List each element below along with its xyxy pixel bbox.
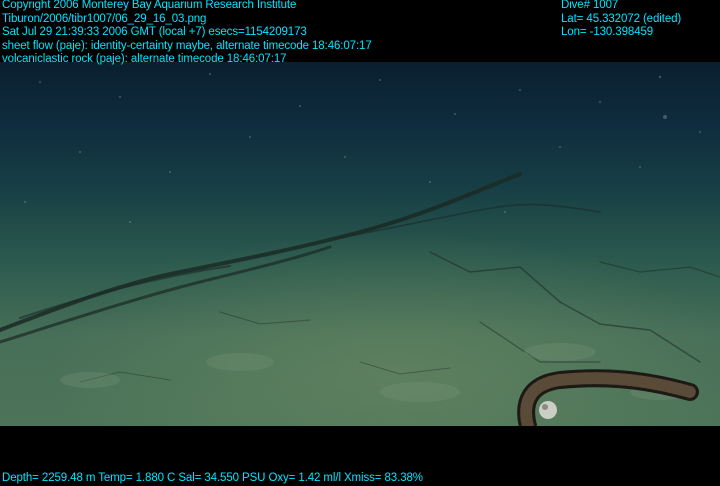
metadata-overlay-right: Dive# 1007 Lat= 45.332072 (edited) Lon= …: [561, 0, 681, 40]
rov-sampling-hose: [517, 369, 699, 426]
latitude-text: Lat= 45.332072 (edited): [561, 12, 682, 25]
marine-snow-particles: [24, 73, 701, 223]
dive-number-text: Dive# 1007: [561, 0, 619, 11]
video-frame: Copyright 2006 Monterey Bay Aquarium Res…: [0, 0, 720, 486]
sensor-readout-text: Depth= 2259.48 m Temp= 1.880 C Sal= 34.5…: [2, 472, 423, 484]
annotation-volcaniclastic-rock: volcaniclastic rock (paje): alternate ti…: [2, 53, 287, 66]
seafloor-illustration: [0, 73, 720, 426]
timestamp-text: Sat Jul 29 21:39:33 2006 GMT (local +7) …: [2, 26, 307, 39]
copyright-text: Copyright 2006 Monterey Bay Aquarium Res…: [2, 0, 297, 11]
longitude-text: Lon= -130.398459: [561, 26, 654, 39]
annotation-sheet-flow: sheet flow (paje): identity-certainty ma…: [2, 39, 372, 52]
image-filepath-text: Tiburon/2006/tibr1007/06_29_16_03.png: [2, 12, 207, 25]
lava-fissures: [0, 172, 720, 383]
seafloor-image: [0, 62, 720, 426]
metadata-overlay-left: Copyright 2006 Monterey Bay Aquarium Res…: [2, 0, 372, 67]
